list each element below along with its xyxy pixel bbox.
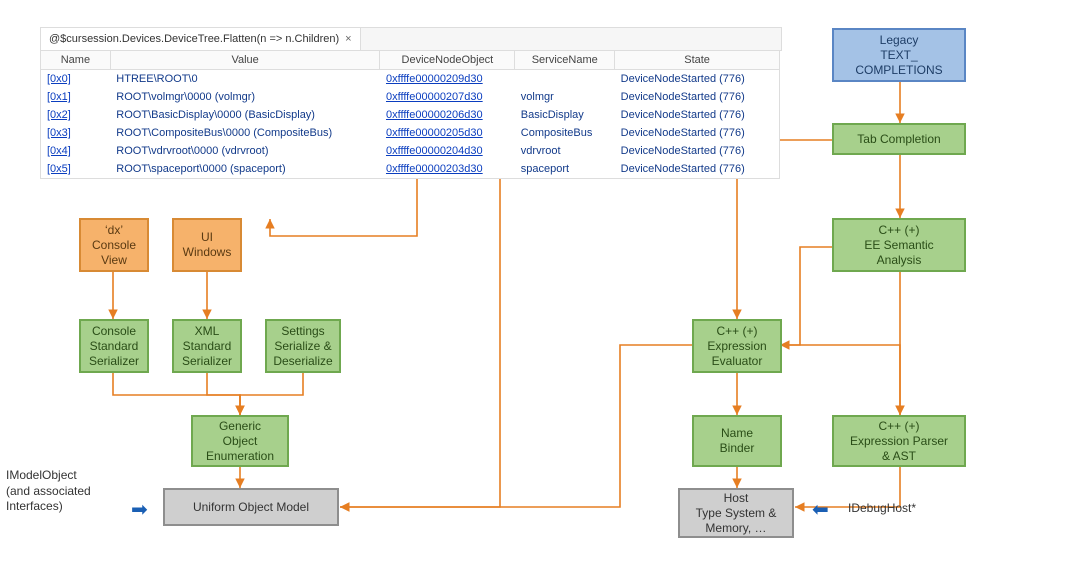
label-idebughost: IDebugHost* <box>848 501 916 517</box>
node-uniform-object-model: Uniform Object Model <box>163 488 339 526</box>
col-state[interactable]: State <box>615 51 780 70</box>
row-state: DeviceNodeStarted (776) <box>615 160 780 179</box>
arrow-right-icon: ➡ <box>131 497 148 523</box>
node-tab-completion: Tab Completion <box>832 123 966 155</box>
row-value: ROOT\spaceport\0000 (spaceport) <box>110 160 380 179</box>
row-svc: BasicDisplay <box>515 106 615 124</box>
row-svc: spaceport <box>515 160 615 179</box>
row-value: ROOT\vdrvroot\0000 (vdrvroot) <box>110 142 380 160</box>
tab-title: @$cursession.Devices.DeviceTree.Flatten(… <box>49 33 339 45</box>
node-host-typesystem: HostType System &Memory, … <box>678 488 794 538</box>
col-name[interactable]: Name <box>41 51 111 70</box>
row-obj[interactable]: 0xffffe00000203d30 <box>386 163 483 175</box>
close-icon[interactable]: × <box>345 33 351 45</box>
row-state: DeviceNodeStarted (776) <box>615 106 780 124</box>
device-table: Name Value DeviceNodeObject ServiceName … <box>40 50 780 179</box>
node-dx-console-view: ‘dx’ConsoleView <box>79 218 149 272</box>
row-state: DeviceNodeStarted (776) <box>615 124 780 142</box>
row-obj[interactable]: 0xffffe00000209d30 <box>386 73 483 85</box>
row-value: ROOT\volmgr\0000 (volmgr) <box>110 88 380 106</box>
node-parser-ast: C++ (+)Expression Parser& AST <box>832 415 966 467</box>
node-ee-semantic: C++ (+)EE SemanticAnalysis <box>832 218 966 272</box>
row-name[interactable]: [0x0] <box>47 73 71 85</box>
table-row: [0x3] ROOT\CompositeBus\0000 (CompositeBu… <box>41 124 780 142</box>
col-servicename[interactable]: ServiceName <box>515 51 615 70</box>
row-obj[interactable]: 0xffffe00000205d30 <box>386 127 483 139</box>
tab-bar: @$cursession.Devices.DeviceTree.Flatten(… <box>40 27 782 51</box>
node-name-binder: NameBinder <box>692 415 782 467</box>
table-row: [0x5] ROOT\spaceport\0000 (spaceport) 0xff… <box>41 160 780 179</box>
node-settings-serialize: SettingsSerialize &Deserialize <box>265 319 341 373</box>
row-svc: CompositeBus <box>515 124 615 142</box>
table-header-row: Name Value DeviceNodeObject ServiceName … <box>41 51 780 70</box>
table-row: [0x1] ROOT\volmgr\0000 (volmgr) 0xffffe000… <box>41 88 780 106</box>
row-obj[interactable]: 0xffffe00000207d30 <box>386 91 483 103</box>
node-console-serializer: ConsoleStandardSerializer <box>79 319 149 373</box>
row-obj[interactable]: 0xffffe00000206d30 <box>386 109 483 121</box>
query-tab[interactable]: @$cursession.Devices.DeviceTree.Flatten(… <box>41 28 361 50</box>
col-value[interactable]: Value <box>110 51 380 70</box>
row-name[interactable]: [0x4] <box>47 145 71 157</box>
row-state: DeviceNodeStarted (776) <box>615 142 780 160</box>
node-generic-enum: GenericObjectEnumeration <box>191 415 289 467</box>
table-row: [0x4] ROOT\vdrvroot\0000 (vdrvroot) 0xffff… <box>41 142 780 160</box>
arrow-left-icon: ⬅ <box>812 497 829 523</box>
label-imodelobject: IModelObject(and associatedInterfaces) <box>6 468 126 515</box>
row-svc: vdrvroot <box>515 142 615 160</box>
row-svc: volmgr <box>515 88 615 106</box>
row-state: DeviceNodeStarted (776) <box>615 88 780 106</box>
row-name[interactable]: [0x1] <box>47 91 71 103</box>
row-svc <box>515 70 615 89</box>
table-row: [0x2] ROOT\BasicDisplay\0000 (BasicDispla… <box>41 106 780 124</box>
row-value: HTREE\ROOT\0 <box>110 70 380 89</box>
row-value: ROOT\BasicDisplay\0000 (BasicDisplay) <box>110 106 380 124</box>
row-name[interactable]: [0x5] <box>47 163 71 175</box>
row-obj[interactable]: 0xffffe00000204d30 <box>386 145 483 157</box>
node-ui-windows: UIWindows <box>172 218 242 272</box>
row-name[interactable]: [0x3] <box>47 127 71 139</box>
row-value: ROOT\CompositeBus\0000 (CompositeBus) <box>110 124 380 142</box>
row-name[interactable]: [0x2] <box>47 109 71 121</box>
table-row: [0x0] HTREE\ROOT\0 0xffffe00000209d30 Devic… <box>41 70 780 89</box>
node-expression-evaluator: C++ (+)ExpressionEvaluator <box>692 319 782 373</box>
row-state: DeviceNodeStarted (776) <box>615 70 780 89</box>
node-legacy-text-completions: LegacyTEXT_COMPLETIONS <box>832 28 966 82</box>
col-devnodeobj[interactable]: DeviceNodeObject <box>380 51 515 70</box>
node-xml-serializer: XMLStandardSerializer <box>172 319 242 373</box>
